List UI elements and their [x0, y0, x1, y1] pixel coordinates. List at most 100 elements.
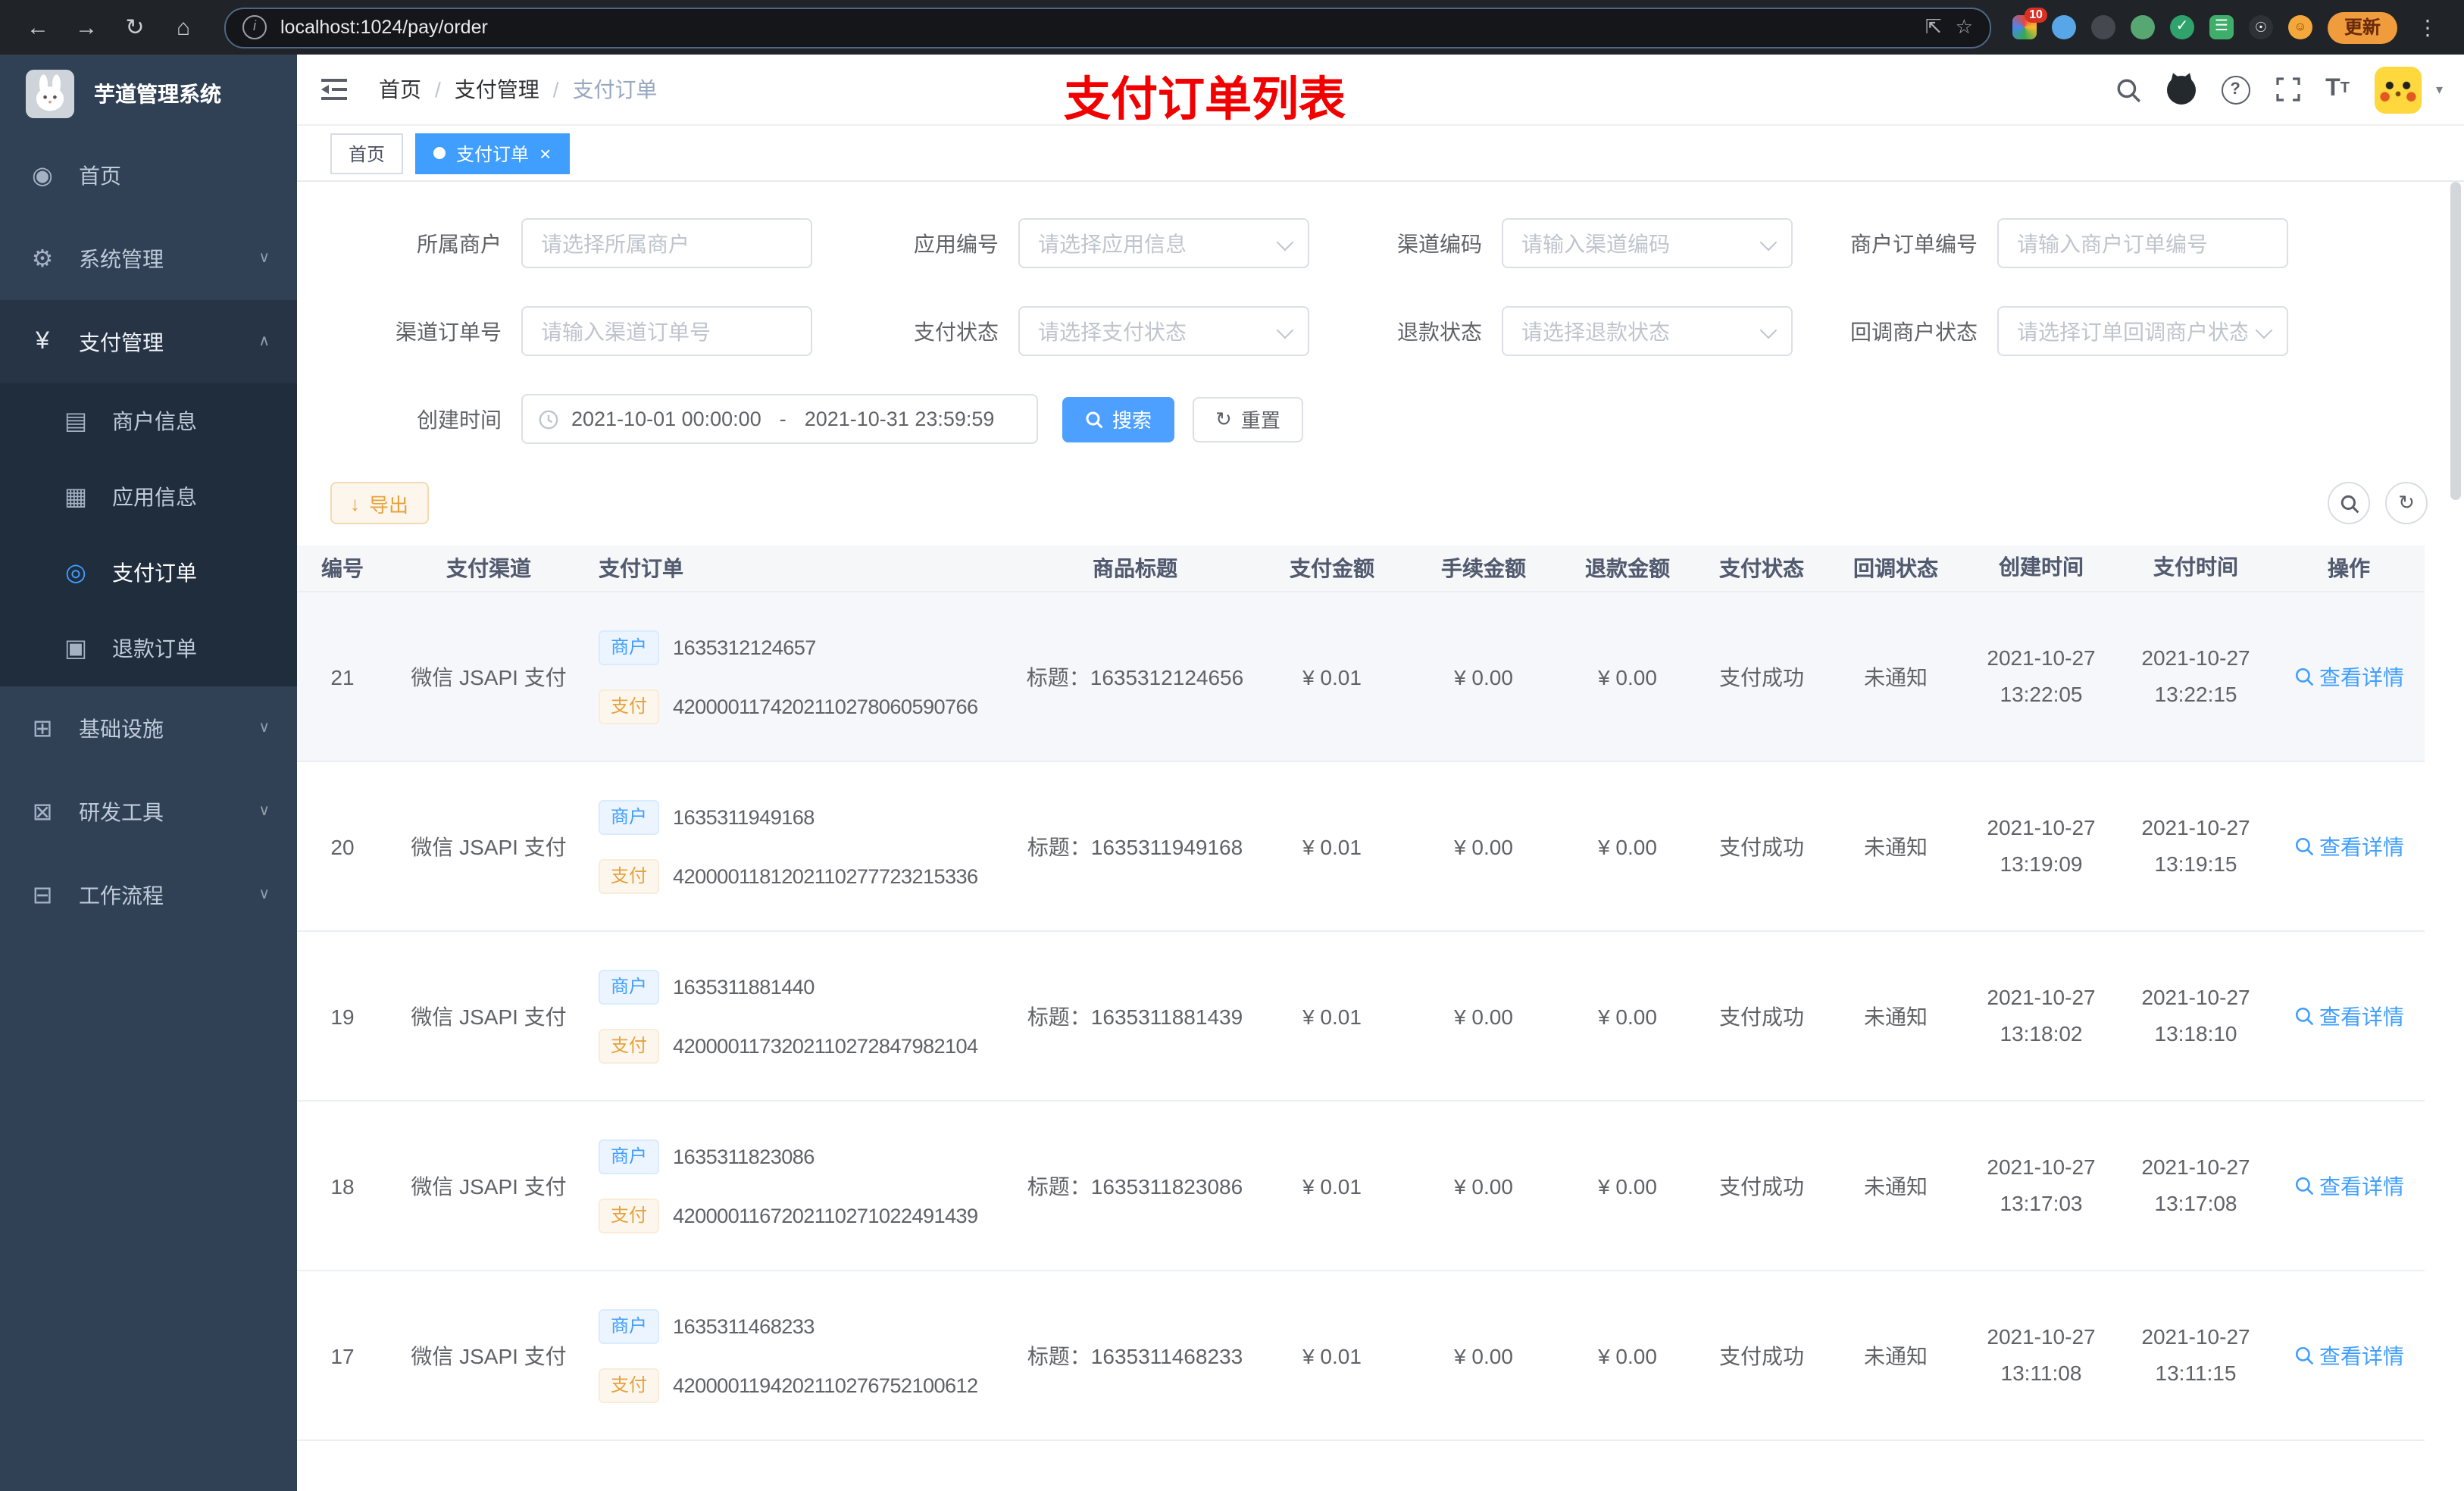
extension-icon-colorful[interactable]: 10 [2012, 8, 2047, 39]
cell-status: 支付成功 [1719, 834, 1804, 858]
sidebar-item-home[interactable]: ◉ 首页 [0, 133, 297, 217]
extension-icon-green[interactable] [2130, 15, 2155, 39]
reset-button[interactable]: ↻ 重置 [1193, 396, 1303, 442]
search-icon[interactable] [2115, 77, 2140, 102]
sidebar-item-label: 工作流程 [79, 883, 164, 907]
monitor-icon: ⊞ [32, 716, 53, 742]
refund-status-select[interactable] [1502, 306, 1793, 356]
cell-refund: ¥ 0.00 [1598, 664, 1657, 689]
sidebar-item-workflow[interactable]: ⊟ 工作流程 ∨ [0, 853, 297, 936]
sidebar-item-pay-order[interactable]: ◎ 支付订单 [0, 535, 297, 611]
view-detail-link[interactable]: 查看详情 [2294, 661, 2404, 692]
reload-icon[interactable]: ↻ [115, 8, 155, 47]
download-icon: ↓ [350, 492, 360, 514]
payment-submenu: ▤ 商户信息 ▦ 应用信息 ◎ 支付订单 ▣ 退款订单 [0, 383, 297, 686]
bookmark-star-icon[interactable]: ☆ [1956, 15, 1973, 39]
filter-label-pay-status: 支付状态 [914, 319, 999, 343]
page-header: 首页 / 支付管理 / 支付订单 支付订单列表 ? T T ▾ [297, 55, 2464, 126]
cell-id: 17 [330, 1343, 355, 1368]
cell-status: 支付成功 [1719, 1174, 1804, 1198]
tabs-bar: 首页 支付订单 × [297, 126, 2464, 182]
extension-icon-pin[interactable]: ☉ [2248, 15, 2273, 39]
extension-icon-drop[interactable] [2051, 15, 2076, 39]
breadcrumb-home[interactable]: 首页 [379, 74, 421, 105]
tab-close-icon[interactable]: × [539, 143, 551, 163]
merchant-order-input[interactable] [1997, 218, 2288, 268]
avatar[interactable] [2375, 66, 2422, 113]
cell-amount: ¥ 0.01 [1302, 664, 1362, 689]
merchant-tag: 商户 [599, 630, 660, 664]
cell-fee: ¥ 0.00 [1454, 1343, 1513, 1368]
cell-channel: 微信 JSAPI 支付 [411, 664, 567, 689]
table-row: 21 微信 JSAPI 支付 商户 1635312124657 支付 4200001… [297, 592, 2425, 762]
extension-icon-dark[interactable] [2090, 15, 2115, 39]
pay-tag: 支付 [599, 1028, 660, 1063]
logo[interactable]: 芋道管理系统 [0, 55, 297, 133]
forward-icon[interactable]: → [67, 8, 106, 47]
cell-channel: 微信 JSAPI 支付 [411, 1004, 567, 1028]
sidebar-item-devtools[interactable]: ⊠ 研发工具 ∨ [0, 770, 297, 853]
export-button[interactable]: ↓ 导出 [330, 482, 429, 524]
sidebar-item-label: 系统管理 [79, 246, 164, 270]
cell-pay-time: 2021-10-27 13:18:10 [2141, 985, 2250, 1045]
briefcase-icon: ⊟ [32, 883, 53, 908]
page-scrollbar[interactable] [2450, 182, 2461, 500]
back-icon[interactable]: ← [18, 8, 58, 47]
extension-icon-green-square[interactable]: ☰ [2209, 15, 2234, 39]
filter-label-merchant: 所属商户 [417, 231, 502, 255]
merchant-select[interactable] [521, 218, 812, 268]
tab-home[interactable]: 首页 [330, 133, 404, 173]
refresh-table-button[interactable]: ↻ [2385, 482, 2428, 524]
hamburger-icon[interactable] [318, 73, 352, 106]
view-detail-link[interactable]: 查看详情 [2294, 1001, 2404, 1031]
sidebar-item-merchant-info[interactable]: ▤ 商户信息 [0, 383, 297, 459]
home-icon[interactable]: ⌂ [164, 8, 203, 47]
extension-icon-emoji[interactable]: ☺ [2287, 15, 2312, 39]
channel-order-input[interactable] [521, 306, 812, 356]
col-order: 支付订单 [599, 556, 683, 580]
extension-cluster: 10 ✓ ☰ ☉ ☺ 更新 ⋮ [2012, 8, 2446, 43]
sidebar-item-infrastructure[interactable]: ⊞ 基础设施 ∨ [0, 686, 297, 770]
view-detail-link[interactable]: 查看详情 [2294, 1171, 2404, 1201]
toolbox-icon: ⊠ [32, 799, 53, 825]
sidebar-item-app-info[interactable]: ▦ 应用信息 [0, 459, 297, 535]
github-icon[interactable] [2166, 75, 2196, 104]
cell-amount: ¥ 0.01 [1302, 1174, 1362, 1198]
breadcrumb-section[interactable]: 支付管理 [455, 74, 539, 105]
cell-channel: 微信 JSAPI 支付 [411, 834, 567, 858]
pay-status-select[interactable] [1018, 306, 1309, 356]
sidebar-item-refund-order[interactable]: ▣ 退款订单 [0, 611, 297, 686]
view-detail-link[interactable]: 查看详情 [2294, 1340, 2404, 1371]
url-bar[interactable]: i localhost:1024/pay/order ⇱ ☆ [224, 7, 1991, 48]
view-detail-link[interactable]: 查看详情 [2294, 831, 2404, 861]
extension-icon-vue-devtools[interactable]: ✓ [2169, 15, 2194, 39]
magnifier-icon [2294, 1177, 2313, 1196]
filter-row-2: 渠道订单号 支付状态 退款状态 [297, 306, 2464, 356]
browser-update-button[interactable]: 更新 [2327, 11, 2397, 43]
cell-pay-time: 2021-10-27 13:19:15 [2141, 815, 2250, 875]
magnifier-icon [2294, 667, 2313, 686]
browser-menu-icon[interactable]: ⋮ [2412, 14, 2443, 40]
toggle-search-button[interactable] [2328, 482, 2370, 524]
cell-order: 商户 1635311823086 支付 4200001167202110271022… [589, 1139, 1014, 1233]
fullscreen-icon[interactable] [2275, 77, 2300, 102]
app-select[interactable] [1018, 218, 1309, 268]
target-icon: ◎ [65, 561, 86, 586]
tab-pay-order[interactable]: 支付订单 × [415, 133, 570, 173]
date-range-input[interactable]: 2021-10-01 00:00:00 - 2021-10-31 23:59:5… [521, 394, 1038, 444]
help-icon[interactable]: ? [2221, 75, 2250, 104]
notify-status-select[interactable] [1997, 306, 2288, 356]
font-size-icon[interactable]: TT [2325, 77, 2350, 102]
sidebar-item-label: 支付管理 [79, 330, 164, 354]
search-button[interactable]: 搜索 [1062, 396, 1175, 442]
sidebar-item-payment[interactable]: ¥ 支付管理 ∧ [0, 300, 297, 383]
cell-pay-time: 2021-10-27 13:17:08 [2141, 1155, 2250, 1214]
cell-status: 支付成功 [1719, 1343, 1804, 1368]
filter-row-3: 创建时间 2021-10-01 00:00:00 - 2021-10-31 23… [297, 394, 2464, 444]
site-info-icon[interactable]: i [242, 15, 267, 39]
avatar-caret-icon[interactable]: ▾ [2436, 81, 2443, 98]
channel-code-select[interactable] [1502, 218, 1793, 268]
table-row: 18 微信 JSAPI 支付 商户 1635311823086 支付 4200001… [297, 1102, 2425, 1271]
share-icon[interactable]: ⇱ [1925, 15, 1942, 39]
sidebar-item-system[interactable]: ⚙ 系统管理 ∨ [0, 217, 297, 300]
